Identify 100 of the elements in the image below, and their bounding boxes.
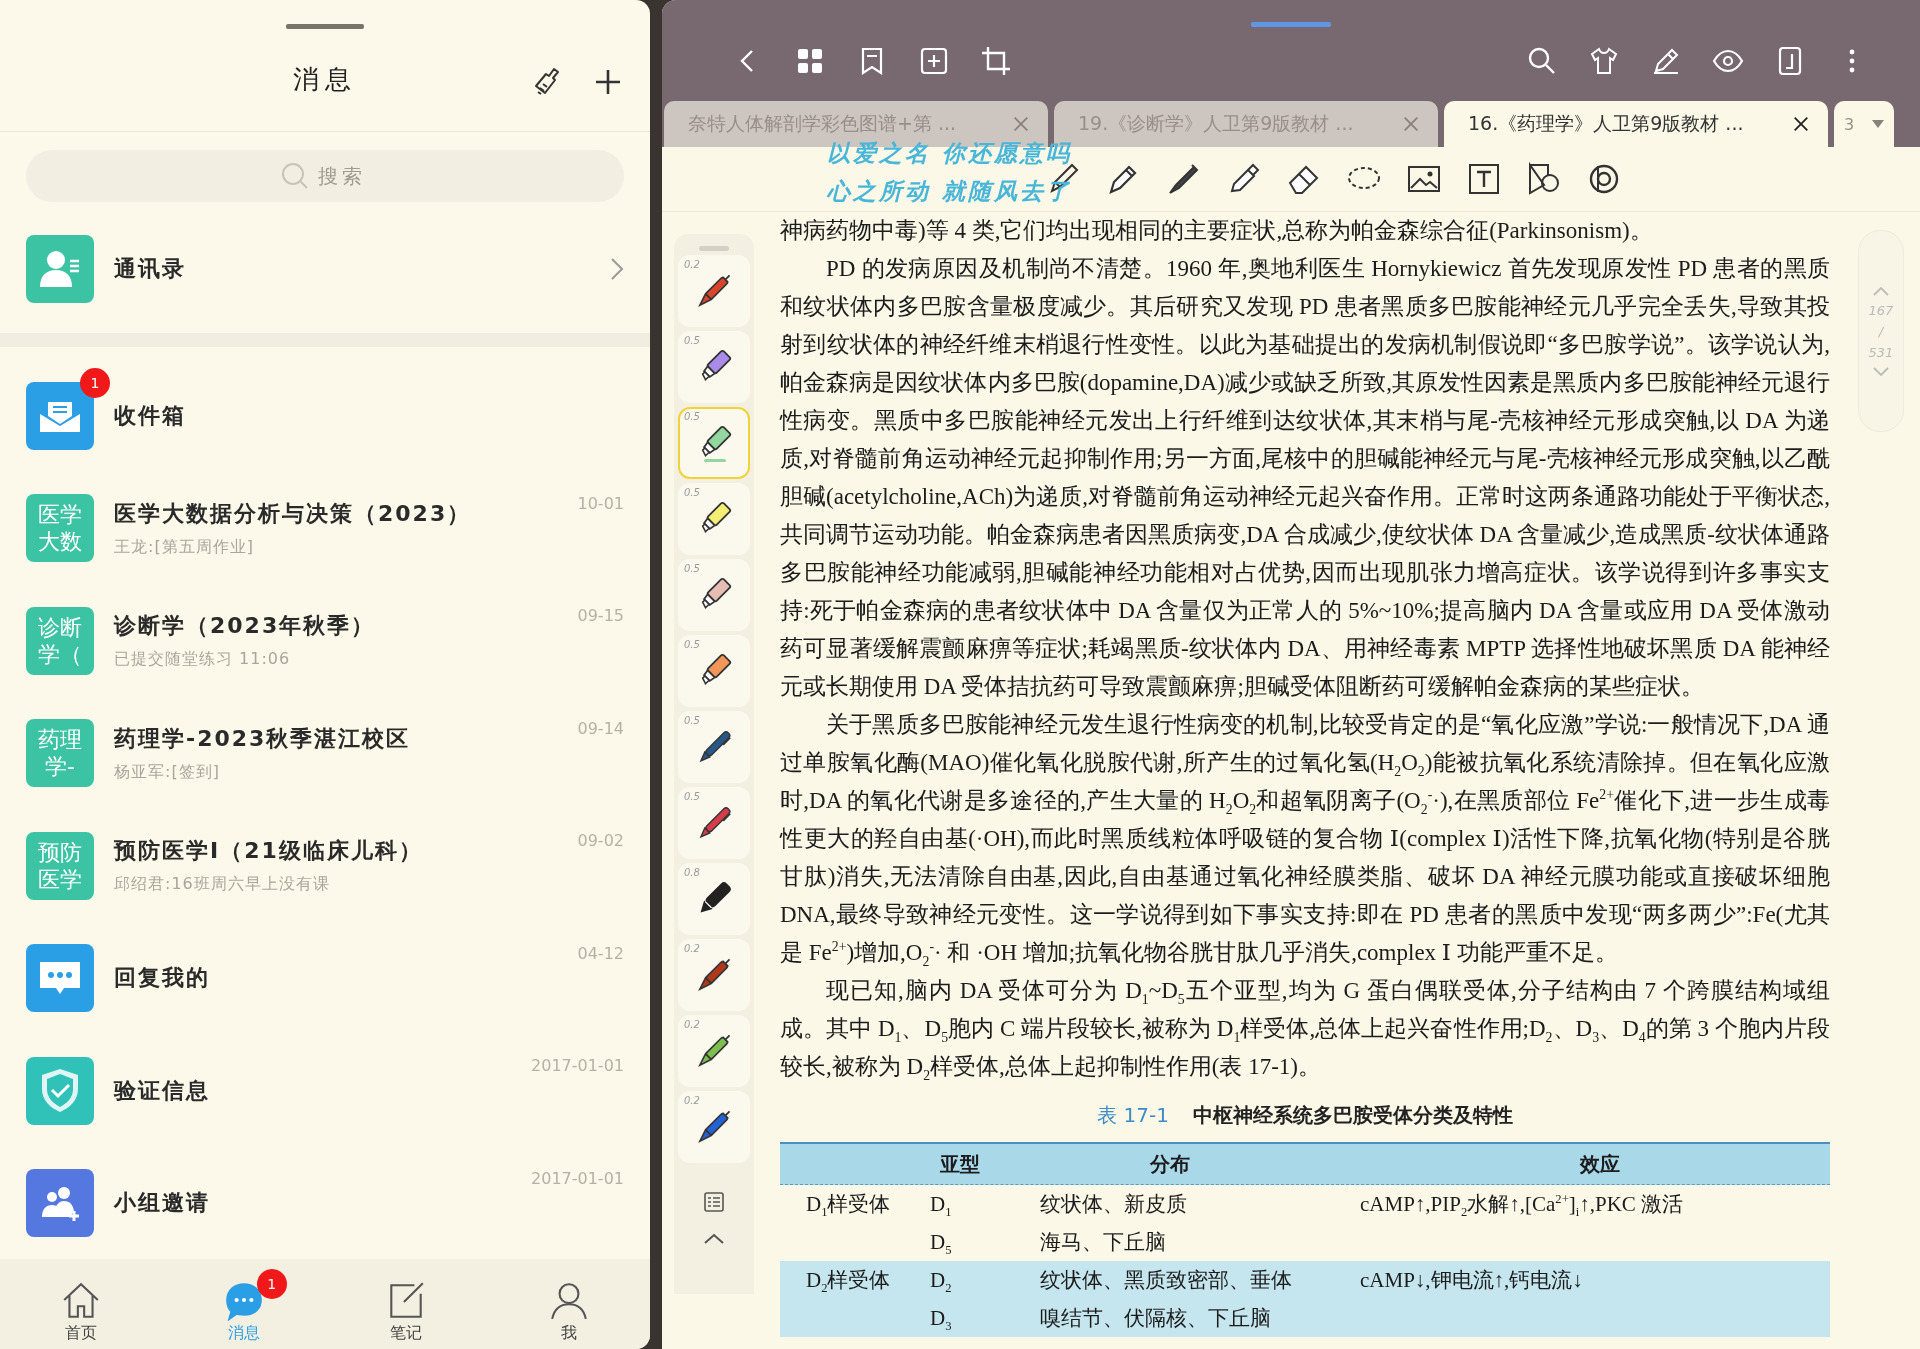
tab-overflow-button[interactable]: 3 [1834, 101, 1894, 147]
pen-preset[interactable]: 0.2 [678, 939, 750, 1011]
table-cell: D$_{1}$ [930, 1192, 952, 1216]
course-tile: 预防医学 [26, 831, 94, 900]
pen-preset[interactable]: 0.2 [678, 1015, 750, 1087]
conversation-date: 2017-01-01 [531, 1168, 624, 1188]
pen-preset[interactable]: 0.2 [678, 1091, 750, 1163]
crop-icon[interactable] [980, 45, 1012, 77]
pen-size: 0.5 [684, 335, 700, 346]
lyrics-line: 心之所动 就随风去了 [827, 178, 1072, 204]
conversation-title: 医学大数据分析与决策（2023） [114, 499, 472, 528]
pen-preset[interactable]: 0.5 [678, 559, 750, 631]
conversation-date: 09-14 [577, 718, 624, 738]
shirt-icon[interactable] [1588, 45, 1620, 77]
conversation-title: 回复我的 [114, 964, 210, 993]
pen-size: 0.5 [684, 791, 700, 802]
table-cell: D$_{1}$样受体 [806, 1192, 891, 1216]
chevron-right-icon [610, 256, 624, 281]
column-header: 分布 [1149, 1151, 1191, 1178]
conversation-preview: 邱绍君:16班周六早上没有课 [114, 874, 331, 896]
drag-handle[interactable] [1251, 22, 1331, 27]
course-tile: 药理学- [26, 719, 94, 788]
table-number: 表 17-1 [1097, 1102, 1169, 1129]
pen-preset[interactable]: 0.8 [678, 863, 750, 935]
nav-tab[interactable]: 笔记 [357, 1262, 456, 1346]
conversation-item[interactable]: 预防医学 预防医学I（21级临床儿科） 邱绍君:16班周六早上没有课 09-02 [0, 809, 650, 922]
conversation-date: 10-01 [577, 493, 624, 513]
tab-title: 16.《药理学》人卫第9版教材 ... [1468, 111, 1744, 136]
table-cell: 纹状体、新皮质 [1040, 1192, 1187, 1216]
close-icon[interactable] [1792, 115, 1810, 133]
contacts-icon [26, 234, 94, 303]
conversation-item[interactable]: 医学大数 医学大数据分析与决策（2023） 王龙:[第五周作业] 10-01 [0, 471, 650, 585]
shapes-icon[interactable] [1526, 161, 1562, 197]
unread-badge: 1 [80, 367, 110, 398]
pen-size: 0.2 [684, 1095, 700, 1106]
text-line: 神病药物中毒)等 4 类,它们均出现相同的主要症状,总称为帕金森综合征(Parkinsonism)。 [780, 217, 1654, 245]
conversation-item[interactable]: 回复我的 04-12 [0, 921, 650, 1035]
body-paragraph: PD 的发病原因及机制尚不清楚。1960 年,奥地利医生 Hornykiewicz 首先发现原发性 PD 患者的黑质和纹状体内多巴胺含量极度减少。其后研究又发现 PD 患者黑质多巴胺能神经元几乎完全丢失,导致其投射到纹状体的神经纤维末梢退行性变性。以此为基础提出的发病机制假说即“多巴胺学说”。该学说认为,帕金森病是因纹状体内多巴胺(dopamine,DA)减少或缺乏所致,其原发性因素是黑质内多巴胺能神经元退行性病变。黑质中多巴胺能神经元发出上行纤维到达纹状体,其末梢与尾-壳核神经元形成突触,以 DA 为递质,对脊髓前角运动神经元起抑制作用;另一方面,尾核中的胆碱能神经元与尾-壳核神经元形成突触,以乙酰胆碱(acetylcholine,ACh)为递质,对脊髓前角运动神经元起兴奋作用。正常时这两条通路功能处于平衡状态,共同调节运动功能。帕金森病患者因黑质病变,DA 合成减少,使纹状体 DA 含量减少,造成黑质-纹状体通路多巴胺能神经功能减弱,胆碱能神经功能相对占优势,因而出现肌张力增高症状。该学说得到许多事实支持:死于帕金森病的患者纹状体中 DA 含量仅为正常人的 5%~10%;提高脑内 DA 含量或应用 DA 受体激动药可显著缓解震颤麻痹等症状;耗竭黑质-纹状体内 DA、用神经毒素 MPTP 选择性地破坏黑质 DA 能神经元或长期使用 DA 受体拮抗药可导致震颤麻痹;胆碱受体阻断药可缓解帕金森病的某些症状。 [780, 255, 1830, 701]
table-title: 中枢神经系统多巴胺受体分类及特性 [1192, 1102, 1513, 1129]
conversation-title: 药理学-2023秋季湛江校区 [114, 724, 411, 753]
panel-title: 消息 [293, 63, 357, 97]
search-icon [280, 160, 310, 191]
table-cell: 嗅结节、伏隔核、下丘脑 [1040, 1306, 1271, 1330]
pen-size: 0.5 [684, 411, 700, 422]
conversation-title: 预防医学I（21级临床儿科） [114, 837, 423, 866]
conversation-title: 验证信息 [114, 1076, 210, 1105]
conversation-title: 诊断学（2023年秋季） [114, 612, 376, 641]
body-paragraph: 关于黑质多巴胺能神经元发生退行性病变的机制,比较受肯定的是“氧化应激”学说:一般情况下,DA 通过单胺氧化酶(MAO)催化氧化脱胺代谢,所产生的过氧化氢(H$_{2}$O$_{2}$)能被抗氧化系统清除掉。但在氧化应激时,DA 的氧化代谢是多途径的,产生大量的 H$_{2}$O$_{2}$和超氧阴离子(O$_{2}$$^{-}$·),在黑质部位 Fe$^{2+}$催化下,进一步生成毒性更大的羟自由基(·OH),而此时黑质线粒体呼吸链的复合物 Ⅰ(complex Ⅰ)活性下降,抗氧化物(特别是谷胱甘肽)消失,无法清除自由基,因此,自由基通过氧化神经膜类脂、破坏 DA 神经元膜功能或直接破坏细胞 DNA,最终导致神经元变性。这一学说得到如下事实支持:即在 PD 患者的黑质中发现“两多两少”:Fe(尤其是 Fe$^{2+}$)增加,O$_{2}$$^{-}$· 和 ·OH 增加;抗氧化物谷胱甘肽几乎消失,complex Ⅰ 功能严重不足。 [780, 711, 1830, 971]
table-cell: D$_{2}$ [930, 1268, 952, 1292]
current-page: 167 [1868, 302, 1894, 318]
nav-tab[interactable]: 首页 [32, 1262, 131, 1346]
page-separator: / [1878, 323, 1884, 339]
column-header: 效应 [1578, 1151, 1621, 1178]
document-tab[interactable]: 16.《药理学》人卫第9版教材 ... [1444, 101, 1828, 147]
nav-tab[interactable]: 我 [519, 1262, 618, 1346]
column-header: 亚型 [939, 1151, 981, 1178]
table-cell: D$_{2}$样受体 [806, 1268, 891, 1292]
table-cell: 纹状体、黑质致密部、垂体 [1040, 1268, 1292, 1292]
conversation-date: 09-02 [577, 831, 624, 851]
conversation-item[interactable]: 验证信息 2017-01-01 [0, 1034, 650, 1147]
conversation-date: 09-15 [577, 606, 624, 626]
conversation-title: 小组邀请 [114, 1189, 210, 1218]
table-cell: cAMP↓,钾电流↑,钙电流↓ [1360, 1268, 1583, 1292]
pen-size: 0.2 [684, 1019, 700, 1030]
contacts-row[interactable]: 通讯录 [0, 221, 650, 316]
pen-preset[interactable]: 0.5 [678, 483, 750, 555]
pen-preset[interactable]: 0.5 [678, 407, 750, 479]
total-pages: 531 [1868, 344, 1894, 360]
pen-preset[interactable]: 0.5 [678, 635, 750, 707]
conversation-preview: 已提交随堂练习 11:06 [114, 649, 292, 671]
table-cell: D$_{5}$ [930, 1230, 952, 1254]
drag-handle[interactable] [699, 246, 729, 251]
unread-badge: 1 [256, 1268, 287, 1299]
conversation-item[interactable]: 诊断学（ 诊断学（2023年秋季） 已提交随堂练习 11:06 09-15 [0, 584, 650, 697]
conversation-item[interactable]: 小组邀请 2017-01-01 [0, 1146, 650, 1260]
conversation-preview: 王龙:[第五周作业] [114, 536, 255, 558]
drag-handle[interactable] [286, 24, 364, 29]
conversation-item[interactable]: 药理学- 药理学-2023秋季湛江校区 杨亚军:[签到] 09-14 [0, 696, 650, 810]
course-tile: 医学大数 [26, 494, 94, 563]
pen-preset[interactable]: 0.5 [678, 787, 750, 859]
text-box-icon[interactable] [1466, 161, 1502, 197]
add-page-icon[interactable] [918, 45, 950, 77]
pen-size: 0.5 [684, 715, 700, 726]
pen-preset[interactable]: 0.5 [678, 331, 750, 403]
pen-size: 0.2 [684, 943, 700, 954]
pen-preset[interactable]: 0.5 [678, 711, 750, 783]
pen-preset[interactable]: 0.2 [678, 255, 750, 327]
search-field[interactable]: 搜索 [26, 149, 624, 202]
pen-size: 0.8 [684, 867, 700, 878]
conversation-item[interactable]: 1 收件箱 [0, 359, 650, 472]
body-paragraph: 现已知,脑内 DA 受体可分为 D$_{1}$~D$_{5}$五个亚型,均为 G 蛋白偶联受体,分子结构由 7 个跨膜结构域组成。其中 D$_{1}$、D$_{5}$胞内 C 端片段较长,被称为 D$_{1}$样受体,总体上起兴奋性作用;D$_{2}$、D$_{3}$、D$_{4}$的第 3 个胞内片段较长,被称为 D$_{2}$样受体,总体上起抑制性作用(表 17-1)。 [780, 977, 1830, 1085]
nav-tab[interactable]: 1 消息 [194, 1262, 293, 1346]
pen-size: 0.5 [684, 563, 700, 574]
checklist-icon[interactable] [702, 1190, 726, 1214]
conversation-date: 04-12 [577, 943, 624, 963]
contacts-label: 通讯录 [114, 254, 186, 283]
course-tile: 诊断学（ [26, 606, 94, 675]
caret-icon [1872, 120, 1884, 128]
collapse-icon[interactable] [702, 1232, 726, 1246]
table-cell: cAMP↑,PIP$_{2}$水解↑,[Ca$^{2+}$]$_{i}$↑,PKC 激活 [1360, 1192, 1684, 1216]
